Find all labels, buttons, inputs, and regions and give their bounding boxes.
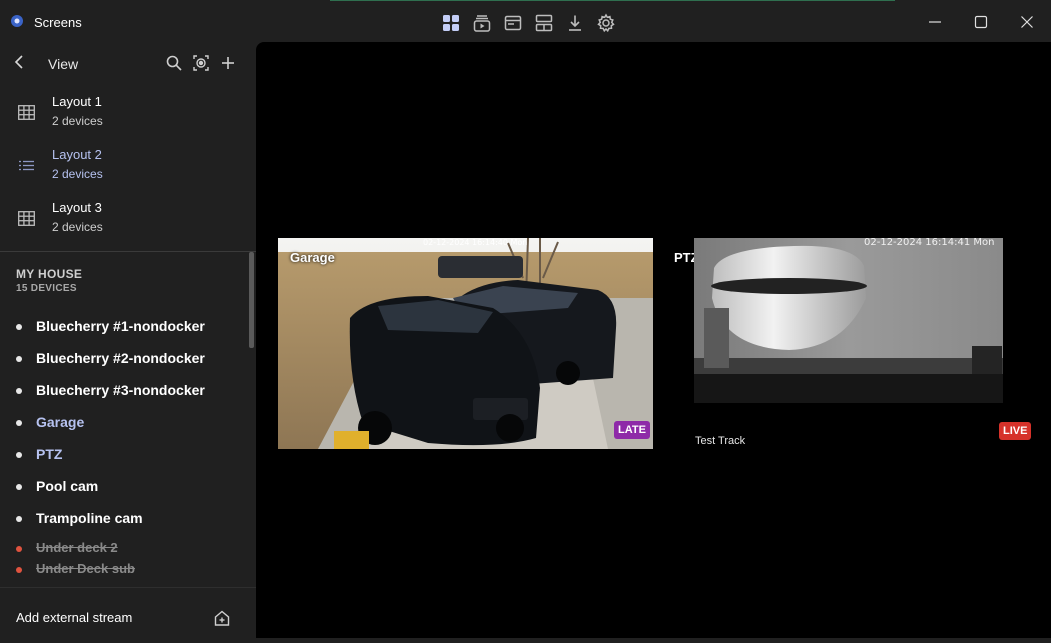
grid-layout-icon bbox=[442, 15, 459, 31]
minimize-icon bbox=[929, 21, 941, 23]
camera-timestamp: 02-12-2024 16:14:40 Mon bbox=[423, 238, 528, 247]
split-view-icon bbox=[535, 14, 552, 32]
grid-layout-button[interactable] bbox=[435, 11, 466, 35]
device-list: Bluecherry #1-nondocker Bluecherry #2-no… bbox=[0, 314, 248, 580]
maximize-icon bbox=[974, 15, 988, 29]
camera-caption: Test Track bbox=[695, 435, 746, 447]
layout-item-1[interactable]: Layout 1 2 devices bbox=[0, 86, 256, 139]
layout-item-2[interactable]: Layout 2 2 devices bbox=[0, 139, 256, 192]
back-button[interactable] bbox=[12, 54, 28, 70]
device-name: Bluecherry #3-nondocker bbox=[36, 382, 205, 398]
playback-icon bbox=[473, 15, 490, 32]
layout-list: Layout 1 2 devices Layout 2 2 devices La… bbox=[0, 86, 256, 245]
group-device-count: 15 DEVICES bbox=[16, 283, 77, 294]
search-icon bbox=[166, 55, 182, 71]
status-dot bbox=[16, 356, 22, 362]
device-name: Pool cam bbox=[36, 478, 99, 494]
device-name: Under Deck sub bbox=[36, 561, 135, 576]
add-stream-label: Add external stream bbox=[16, 610, 133, 625]
late-badge: LATE bbox=[614, 421, 650, 439]
live-badge: LIVE bbox=[999, 422, 1032, 440]
offline-status-dot bbox=[16, 567, 22, 573]
maximize-button[interactable] bbox=[966, 8, 996, 36]
device-item-offline[interactable]: Under deck 2 bbox=[0, 538, 248, 559]
close-icon bbox=[1021, 16, 1033, 28]
search-button[interactable] bbox=[165, 54, 183, 72]
device-item[interactable]: Bluecherry #3-nondocker bbox=[0, 378, 248, 410]
device-group: MY HOUSE 15 DEVICES Bluecherry #1-nondoc… bbox=[0, 252, 256, 582]
download-button[interactable] bbox=[559, 11, 590, 35]
device-item[interactable]: Bluecherry #2-nondocker bbox=[0, 346, 248, 378]
device-name: Under deck 2 bbox=[36, 540, 118, 555]
window-button[interactable] bbox=[497, 11, 528, 35]
status-dot bbox=[16, 324, 22, 330]
ptz-video-frame bbox=[694, 238, 1003, 403]
status-dot bbox=[16, 516, 22, 522]
camera-tile-ptz[interactable]: 02-12-2024 16:14:41 Mon bbox=[694, 238, 1003, 403]
gear-icon bbox=[596, 13, 615, 33]
device-item[interactable]: Trampoline cam bbox=[0, 506, 248, 538]
device-name: Garage bbox=[36, 414, 85, 430]
camera-scan-icon bbox=[193, 55, 209, 71]
app-logo-icon bbox=[10, 14, 24, 28]
camera-tile-garage[interactable]: Garage 02-12-2024 16:14:40 Mon LATE bbox=[278, 238, 653, 449]
status-dot bbox=[16, 420, 22, 426]
title-bar: Screens bbox=[0, 0, 1051, 42]
main-toolbar bbox=[435, 11, 621, 35]
status-dot bbox=[16, 452, 22, 458]
close-button[interactable] bbox=[1012, 8, 1042, 36]
window-icon bbox=[504, 15, 521, 31]
sidebar-header: View bbox=[0, 42, 256, 86]
camera-view: Garage 02-12-2024 16:14:40 Mon LATE PTZ … bbox=[256, 42, 1051, 638]
layout-device-count: 2 devices bbox=[52, 114, 103, 128]
layout-item-3[interactable]: Layout 3 2 devices bbox=[0, 192, 256, 245]
device-item[interactable]: Garage bbox=[0, 410, 248, 442]
device-item[interactable]: PTZ bbox=[0, 442, 248, 474]
layout-name: Layout 2 bbox=[52, 147, 102, 162]
device-list-scrollbar[interactable] bbox=[249, 252, 254, 348]
device-name: PTZ bbox=[36, 446, 63, 462]
app-title: Screens bbox=[34, 15, 82, 30]
device-name: Bluecherry #1-nondocker bbox=[36, 318, 205, 334]
status-dot bbox=[16, 388, 22, 394]
list-icon bbox=[18, 157, 35, 174]
layout-device-count: 2 devices bbox=[52, 220, 103, 234]
grid-icon bbox=[18, 104, 35, 121]
layout-name: Layout 1 bbox=[52, 94, 102, 109]
download-icon bbox=[568, 15, 581, 31]
chevron-left-icon bbox=[14, 55, 23, 69]
camera-name: Garage bbox=[290, 250, 335, 265]
device-item[interactable]: Bluecherry #1-nondocker bbox=[0, 314, 248, 346]
sidebar-title: View bbox=[48, 56, 79, 72]
device-item[interactable]: Pool cam bbox=[0, 474, 248, 506]
layout-device-count: 2 devices bbox=[52, 167, 103, 181]
add-layout-button[interactable] bbox=[219, 54, 237, 72]
device-name: Trampoline cam bbox=[36, 510, 143, 526]
sidebar: View Layout 1 2 devices Layout 2 2 devic… bbox=[0, 42, 256, 642]
settings-button[interactable] bbox=[590, 11, 621, 35]
layout-name: Layout 3 bbox=[52, 200, 102, 215]
add-stream-icon[interactable] bbox=[213, 609, 231, 627]
device-name: Bluecherry #2-nondocker bbox=[36, 350, 205, 366]
group-title: MY HOUSE bbox=[16, 267, 83, 281]
split-view-button[interactable] bbox=[528, 11, 559, 35]
title-accent-line bbox=[330, 0, 895, 1]
status-dot bbox=[16, 484, 22, 490]
plus-icon bbox=[222, 57, 234, 69]
offline-status-dot bbox=[16, 546, 22, 552]
playback-button[interactable] bbox=[466, 11, 497, 35]
grid-icon bbox=[18, 210, 35, 227]
device-item-offline[interactable]: Under Deck sub bbox=[0, 559, 248, 580]
camera-timestamp: 02-12-2024 16:14:41 Mon bbox=[864, 238, 995, 248]
camera-scan-button[interactable] bbox=[192, 54, 210, 72]
minimize-button[interactable] bbox=[920, 8, 950, 36]
add-external-stream-button[interactable]: Add external stream bbox=[0, 587, 256, 643]
garage-video-frame bbox=[278, 238, 653, 449]
